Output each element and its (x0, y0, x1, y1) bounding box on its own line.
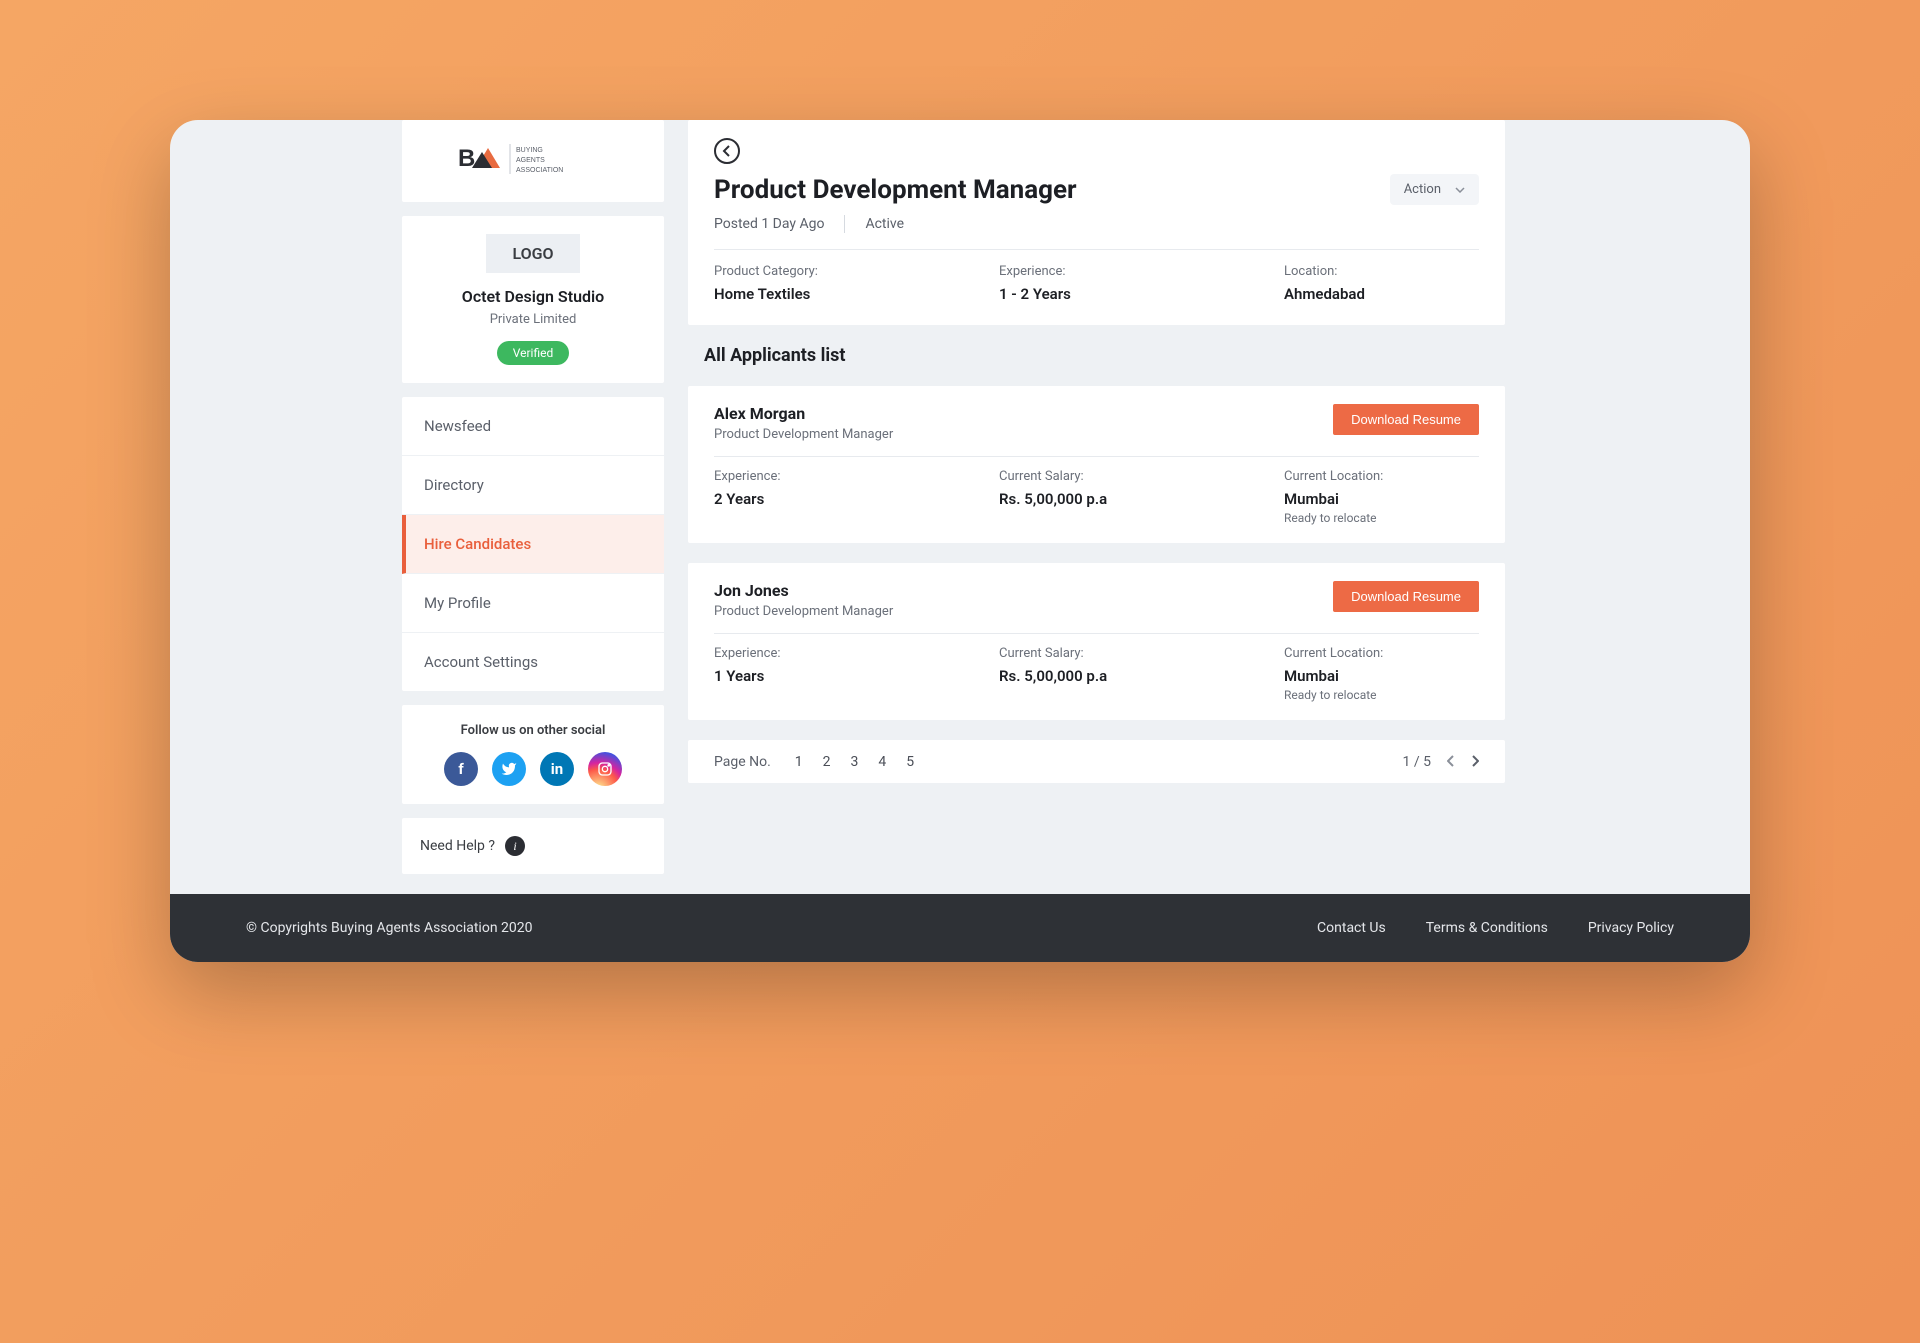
meta-divider (844, 215, 845, 233)
chevron-left-icon (1447, 755, 1455, 767)
experience-label: Experience: (999, 264, 1194, 279)
brand-text-1: BUYING (516, 147, 543, 154)
sidebar-item-newsfeed[interactable]: Newsfeed (402, 397, 664, 456)
footer-copyright: © Copyrights Buying Agents Association 2… (246, 920, 533, 936)
help-card: Need Help ? i (402, 818, 664, 874)
footer-contact-link[interactable]: Contact Us (1317, 920, 1386, 936)
app-body: B BUYING AGENTS ASSOCIATION LOGO Octet D… (170, 120, 1750, 894)
back-button[interactable] (714, 138, 740, 164)
download-resume-button[interactable]: Download Resume (1333, 404, 1479, 435)
applicant-loc-note: Ready to relocate (1284, 511, 1479, 525)
sidebar-item-directory[interactable]: Directory (402, 456, 664, 515)
job-header-card: Product Development Manager Action Poste… (688, 120, 1505, 325)
job-meta: Posted 1 Day Ago Active (714, 215, 1479, 233)
applicant-role: Product Development Manager (714, 604, 893, 619)
applicants-section-title: All Applicants list (688, 345, 1505, 366)
applicant-exp-label: Experience: (714, 646, 909, 661)
applicant-salary-value: Rs. 5,00,000 p.a (999, 667, 1194, 685)
applicant-loc-value: Mumbai (1284, 667, 1479, 685)
footer-privacy-link[interactable]: Privacy Policy (1588, 920, 1674, 936)
linkedin-icon[interactable]: in (540, 752, 574, 786)
sidebar-item-hire-candidates[interactable]: Hire Candidates (402, 515, 664, 574)
help-label: Need Help ? (420, 838, 495, 854)
footer: © Copyrights Buying Agents Association 2… (170, 894, 1750, 962)
experience-value: 1 - 2 Years (999, 285, 1194, 303)
applicant-card: Alex Morgan Product Development Manager … (688, 386, 1505, 543)
pagination: Page No. 1 2 3 4 5 1 / 5 (688, 740, 1505, 783)
applicant-role: Product Development Manager (714, 427, 893, 442)
page-next-button[interactable] (1471, 752, 1479, 771)
brand-logo-card: B BUYING AGENTS ASSOCIATION (402, 120, 664, 202)
page-4[interactable]: 4 (878, 754, 886, 770)
applicant-exp-value: 2 Years (714, 490, 909, 508)
action-label: Action (1404, 182, 1441, 197)
page-prev-button[interactable] (1447, 752, 1455, 771)
footer-terms-link[interactable]: Terms & Conditions (1426, 920, 1548, 936)
sidebar: B BUYING AGENTS ASSOCIATION LOGO Octet D… (402, 120, 664, 874)
twitter-icon[interactable] (492, 752, 526, 786)
footer-links: Contact Us Terms & Conditions Privacy Po… (1317, 920, 1674, 936)
chevron-down-icon (1455, 187, 1465, 193)
location-label: Location: (1284, 264, 1479, 279)
social-card: Follow us on other social f in (402, 705, 664, 804)
applicant-exp-value: 1 Years (714, 667, 909, 685)
category-label: Product Category: (714, 264, 909, 279)
applicant-salary-label: Current Salary: (999, 646, 1194, 661)
applicant-loc-value: Mumbai (1284, 490, 1479, 508)
page-5[interactable]: 5 (906, 754, 914, 770)
info-icon[interactable]: i (505, 836, 525, 856)
applicant-name: Jon Jones (714, 581, 893, 600)
company-logo-placeholder: LOGO (486, 234, 579, 273)
applicant-card: Jon Jones Product Development Manager Do… (688, 563, 1505, 720)
page-no-label: Page No. (714, 754, 771, 770)
main-content: Product Development Manager Action Poste… (664, 120, 1750, 874)
download-resume-button[interactable]: Download Resume (1333, 581, 1479, 612)
applicant-loc-label: Current Location: (1284, 646, 1479, 661)
social-title: Follow us on other social (416, 723, 650, 738)
page-3[interactable]: 3 (851, 754, 859, 770)
sidebar-nav: Newsfeed Directory Hire Candidates My Pr… (402, 397, 664, 691)
facebook-icon[interactable]: f (444, 752, 478, 786)
chevron-left-icon (722, 145, 732, 157)
brand-text-2: AGENTS (516, 157, 545, 164)
applicant-salary-value: Rs. 5,00,000 p.a (999, 490, 1194, 508)
applicant-loc-note: Ready to relocate (1284, 688, 1479, 702)
brand-text-3: ASSOCIATION (516, 167, 563, 174)
app-window: B BUYING AGENTS ASSOCIATION LOGO Octet D… (170, 120, 1750, 962)
company-type: Private Limited (416, 312, 650, 327)
applicant-salary-label: Current Salary: (999, 469, 1194, 484)
action-dropdown[interactable]: Action (1390, 174, 1479, 205)
page-1[interactable]: 1 (795, 754, 803, 770)
social-icons: f in (416, 752, 650, 786)
posted-time: Posted 1 Day Ago (714, 216, 824, 232)
applicant-loc-label: Current Location: (1284, 469, 1479, 484)
verified-badge: Verified (497, 341, 570, 365)
page-2[interactable]: 2 (823, 754, 831, 770)
sidebar-item-my-profile[interactable]: My Profile (402, 574, 664, 633)
job-details: Product Category: Home Textiles Experien… (714, 249, 1479, 303)
instagram-icon[interactable] (588, 752, 622, 786)
brand-logo-icon: B BUYING AGENTS ASSOCIATION (458, 140, 608, 178)
company-name: Octet Design Studio (416, 287, 650, 306)
page-current: 1 / 5 (1403, 754, 1431, 770)
category-value: Home Textiles (714, 285, 909, 303)
job-title: Product Development Manager (714, 175, 1077, 205)
location-value: Ahmedabad (1284, 285, 1479, 303)
chevron-right-icon (1471, 755, 1479, 767)
applicant-exp-label: Experience: (714, 469, 909, 484)
company-card: LOGO Octet Design Studio Private Limited… (402, 216, 664, 383)
applicant-name: Alex Morgan (714, 404, 893, 423)
sidebar-item-account-settings[interactable]: Account Settings (402, 633, 664, 691)
job-status: Active (865, 216, 904, 232)
